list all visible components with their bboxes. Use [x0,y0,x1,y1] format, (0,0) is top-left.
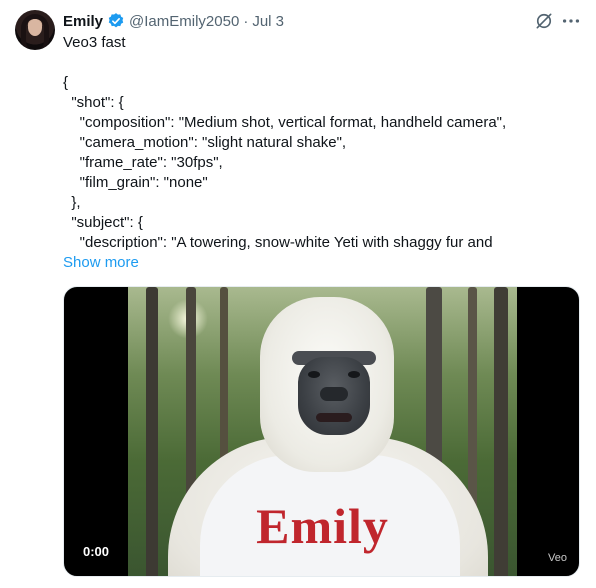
more-icon[interactable] [560,11,582,31]
tweet-line: "film_grain": "none" [63,174,208,191]
shirt-print-text: Emily [256,498,389,554]
video-player[interactable]: Emily 0:00 Veo [63,286,580,577]
veo-watermark: Veo [548,552,567,564]
tweet-line: "composition": "Medium shot, vertical fo… [63,114,507,131]
tweet-text: Veo3 fast { "shot": { "composition": "Me… [63,33,573,253]
tweet-line [63,53,573,73]
yeti-nose [320,387,348,401]
tweet-line: }, [63,194,81,211]
tweet-line: Veo3 fast [63,34,126,51]
tweet-line: "subject": { [63,214,143,231]
yeti-eye [308,371,320,378]
tweet-header: Emily @IamEmily2050 · Jul 3 [63,11,284,31]
tweet-line: "camera_motion": "slight natural shake", [63,134,347,151]
author-avatar[interactable] [15,10,55,50]
tweet-line: "shot": { [63,94,124,111]
grok-icon[interactable] [534,11,554,31]
tweet-line: "frame_rate": "30fps", [63,154,223,171]
avatar-face [28,19,42,36]
verified-badge-icon [108,13,124,28]
video-timestamp: 0:00 [76,541,117,562]
show-more-link[interactable]: Show more [63,253,139,273]
author-handle[interactable]: @IamEmily2050 [129,13,239,30]
author-name[interactable]: Emily [63,13,103,30]
yeti-mouth [316,413,352,422]
separator-dot: · [243,12,249,30]
tweet-line: { [63,74,69,91]
video-frame[interactable]: Emily [128,287,517,576]
tweet-line: "description": "A towering, snow-white Y… [63,234,493,251]
tweet-date[interactable]: Jul 3 [252,13,284,30]
yeti-eye [348,371,360,378]
